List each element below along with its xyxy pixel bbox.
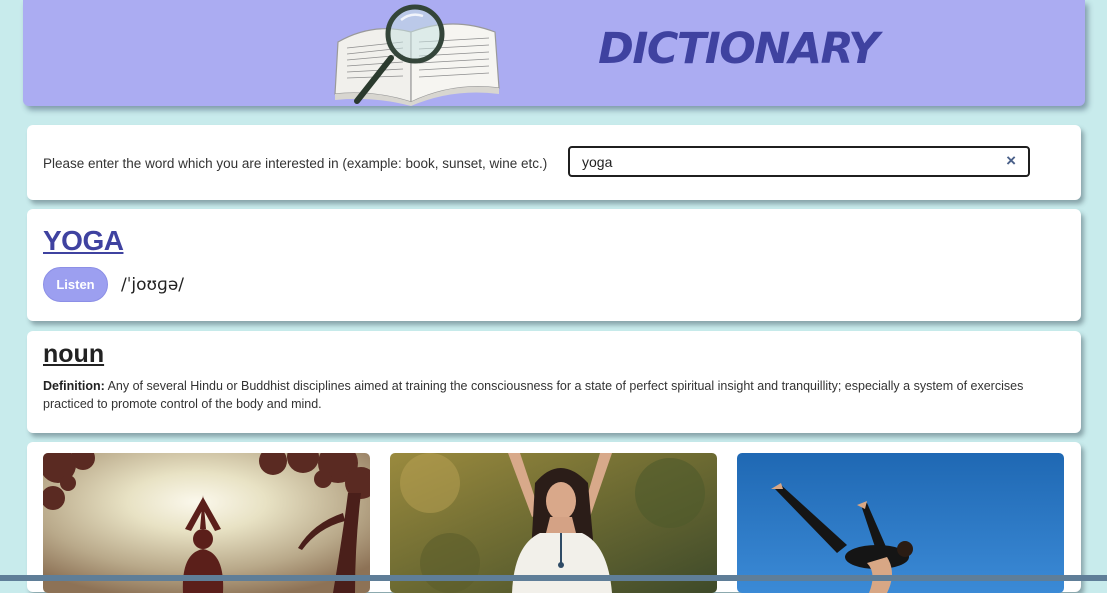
word-title: YOGA — [43, 225, 124, 256]
listen-button[interactable]: Listen — [43, 267, 108, 302]
header: DICTIONARY — [23, 0, 1085, 106]
search-input[interactable] — [582, 152, 982, 172]
search-box[interactable]: × — [568, 146, 1030, 177]
yoga-image-pose[interactable] — [737, 453, 1064, 593]
search-card: Please enter the word which you are inte… — [27, 125, 1081, 200]
app-title: DICTIONARY — [598, 24, 879, 74]
images-card — [27, 442, 1081, 593]
definition-text: Any of several Hindu or Buddhist discipl… — [43, 379, 1024, 411]
part-of-speech: noun — [43, 340, 105, 368]
word-card: YOGA Listen /ˈjoʊɡə/ — [27, 209, 1081, 321]
yoga-image-woman[interactable] — [390, 453, 717, 593]
definition-label: Definition: — [43, 379, 105, 393]
definition: Definition: Any of several Hindu or Budd… — [43, 377, 1067, 413]
definition-card: noun Definition: Any of several Hindu or… — [27, 331, 1081, 433]
book-magnifier-icon — [313, 2, 503, 106]
clear-icon[interactable]: × — [1006, 151, 1016, 171]
yoga-image-meditation[interactable] — [43, 453, 370, 593]
bottom-bar — [0, 575, 1107, 581]
search-prompt: Please enter the word which you are inte… — [43, 156, 548, 171]
phonetic-text: /ˈjoʊɡə/ — [121, 275, 185, 295]
